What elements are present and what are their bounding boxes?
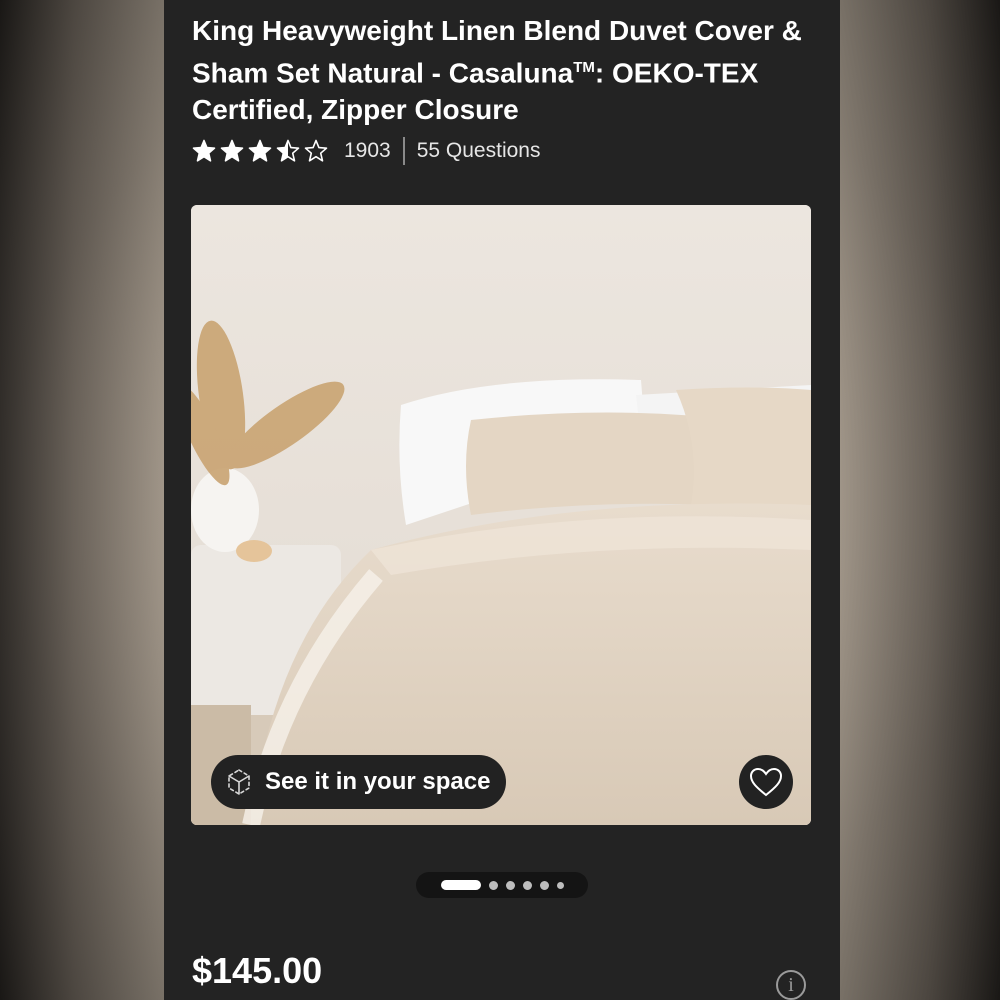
pagination-dot[interactable] [556, 881, 564, 889]
star-icon [248, 139, 272, 162]
review-count[interactable]: 1903 [344, 139, 391, 163]
heart-icon [749, 767, 783, 797]
pagination-dot[interactable] [505, 880, 515, 890]
product-page: King Heavyweight Linen Blend Duvet Cover… [164, 0, 840, 1000]
ar-button-label: See it in your space [265, 768, 491, 795]
background-blur-right [840, 0, 1000, 1000]
cube-3d-icon [228, 769, 250, 795]
pagination-dot[interactable] [539, 880, 549, 890]
product-image-carousel[interactable]: See it in your space [191, 205, 811, 825]
star-icon [304, 139, 328, 162]
product-image [191, 205, 811, 825]
product-title: King Heavyweight Linen Blend Duvet Cover… [192, 12, 812, 128]
background-blur-left [0, 0, 164, 1000]
see-it-in-your-space-button[interactable]: See it in your space [211, 755, 507, 809]
price: $145.00 [192, 950, 323, 991]
star-icon [276, 139, 300, 162]
pagination-dot[interactable] [488, 880, 498, 890]
rating-row: 1903 55 Questions [192, 136, 540, 166]
info-icon[interactable]: i [776, 970, 806, 1000]
star-icon [220, 139, 244, 162]
pagination-dot-active[interactable] [440, 880, 481, 890]
questions-link[interactable]: 55 Questions [417, 139, 541, 163]
pagination-dot[interactable] [522, 880, 532, 890]
star-rating[interactable] [192, 139, 328, 163]
star-icon [192, 139, 216, 162]
trademark-mark: TM [573, 59, 595, 76]
title-colon: : [594, 57, 605, 89]
rating-divider [402, 137, 405, 165]
favorite-button[interactable] [739, 755, 793, 809]
carousel-pagination[interactable] [416, 872, 588, 898]
